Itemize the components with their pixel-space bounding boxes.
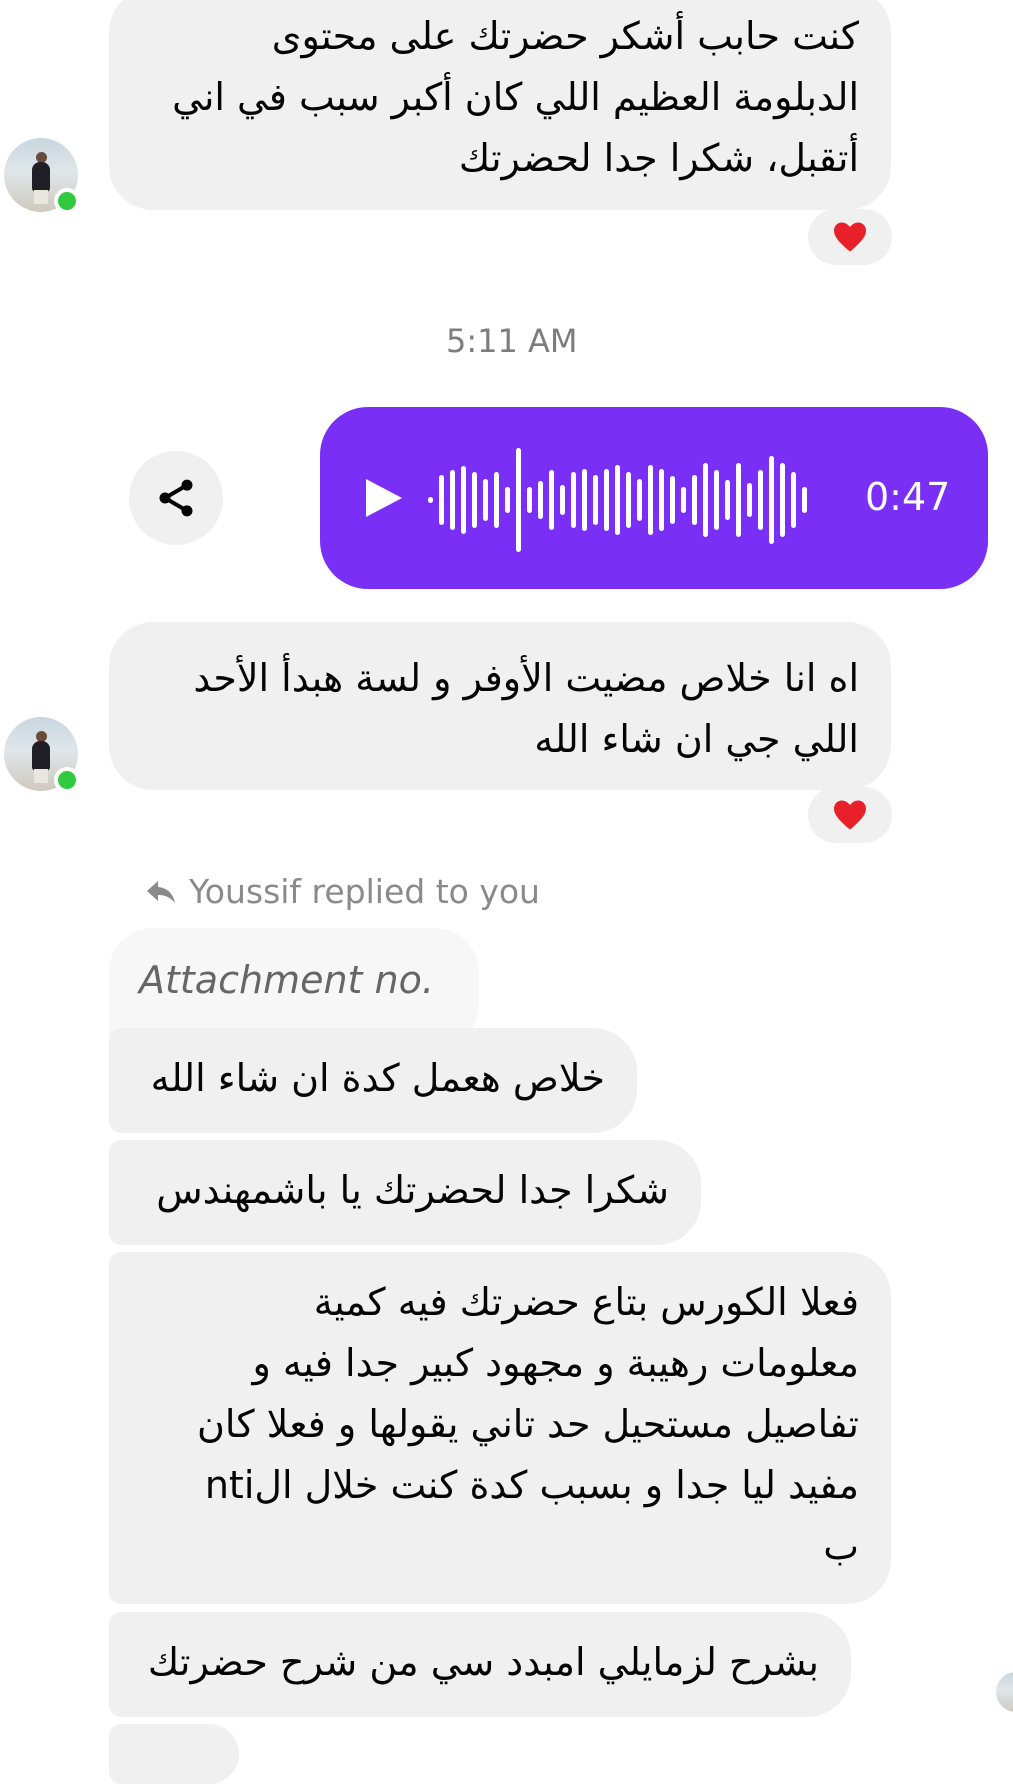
reply-note-text: Youssif replied to you <box>189 872 540 911</box>
reaction-badge[interactable] <box>808 209 892 265</box>
waveform-bar <box>780 463 785 537</box>
waveform-bar <box>681 487 686 513</box>
waveform-bar <box>472 472 477 528</box>
reply-indicator: Youssif replied to you <box>145 872 540 911</box>
message-line: اللي جي ان شاء الله <box>534 717 859 761</box>
online-status-dot <box>54 188 80 214</box>
message-text: خلاص هعمل كدة ان شاء الله <box>150 1056 605 1100</box>
incoming-message[interactable]: خلاص هعمل كدة ان شاء الله <box>109 1028 637 1133</box>
waveform-bar <box>626 472 631 528</box>
waveform-bar <box>516 448 521 552</box>
message-line: مفيد ليا جدا و بسبب كدة كنت خلال الnti <box>204 1463 859 1507</box>
waveform-bar <box>703 463 708 537</box>
message-line: فعلا الكورس بتاع حضرتك فيه كمية <box>313 1280 859 1324</box>
waveform-bar <box>483 479 488 521</box>
voice-duration: 0:47 <box>865 475 951 519</box>
waveform-bar <box>637 479 642 521</box>
waveform-bar <box>450 470 455 530</box>
waveform-bar <box>494 472 499 528</box>
waveform-bar <box>505 487 510 513</box>
waveform-bar <box>791 472 796 528</box>
message-line: اه انا خلاص مضيت الأوفر و لسة هبدأ الأحد <box>193 656 859 700</box>
share-button[interactable] <box>129 451 223 545</box>
waveform-bar <box>802 487 807 513</box>
reaction-badge[interactable] <box>808 787 892 843</box>
message-line: تفاصيل مستحيل حد تاني يقولها و فعلا كان <box>197 1402 859 1446</box>
waveform-bar <box>736 463 741 537</box>
message-line: أتقبل، شكرا جدا لحضرتك <box>458 136 859 180</box>
waveform-bar <box>648 465 653 535</box>
waveform-bar <box>758 470 763 530</box>
waveform-bar <box>769 456 774 544</box>
waveform-bar <box>428 497 433 503</box>
message-line: معلومات رهيبة و مجهود كبير جدا فيه و <box>252 1341 860 1385</box>
waveform[interactable] <box>424 445 812 555</box>
waveform-bar <box>560 485 565 515</box>
waveform-bar <box>593 475 598 525</box>
incoming-message-partial[interactable] <box>109 1724 239 1784</box>
heart-icon <box>834 800 866 830</box>
message-line: كنت حابب أشكر حضرتك على محتوى <box>271 14 859 58</box>
timestamp: 5:11 AM <box>446 322 578 360</box>
waveform-bar <box>747 483 752 517</box>
heart-icon <box>834 222 866 252</box>
incoming-message[interactable]: فعلا الكورس بتاع حضرتك فيه كمية معلومات … <box>109 1252 891 1604</box>
message-text: شكرا جدا لحضرتك يا باشمهندس <box>156 1168 669 1212</box>
waveform-bar <box>604 469 609 531</box>
incoming-message[interactable]: شكرا جدا لحضرتك يا باشمهندس <box>109 1140 701 1245</box>
waveform-bar <box>582 469 587 531</box>
play-icon[interactable] <box>362 476 404 520</box>
message-line: ب <box>823 1524 859 1568</box>
waveform-bar <box>725 480 730 520</box>
waveform-bar <box>439 475 444 525</box>
message-line: الدبلومة العظيم اللي كان أكبر سبب في اني <box>172 75 859 119</box>
voice-message[interactable]: 0:47 <box>320 407 988 589</box>
online-status-dot <box>54 767 80 793</box>
waveform-bar <box>538 481 543 519</box>
incoming-message[interactable]: كنت حابب أشكر حضرتك على محتوى الدبلومة ا… <box>109 0 891 210</box>
waveform-bar <box>692 475 697 525</box>
message-text: بشرح لزمايلي امبدد سي من شرح حضرتك <box>147 1640 819 1684</box>
waveform-bar <box>714 470 719 530</box>
waveform-bar <box>549 470 554 530</box>
waveform-bar <box>571 472 576 528</box>
incoming-message[interactable]: اه انا خلاص مضيت الأوفر و لسة هبدأ الأحد… <box>109 622 891 790</box>
waveform-bar <box>659 469 664 531</box>
waveform-bar <box>527 487 532 513</box>
waveform-bar <box>461 466 466 534</box>
reply-arrow-icon <box>147 880 175 903</box>
waveform-bar <box>670 476 675 524</box>
share-icon <box>159 479 193 517</box>
read-receipt-avatar <box>996 1672 1013 1712</box>
quoted-text: Attachment no. <box>139 958 434 1002</box>
incoming-message[interactable]: بشرح لزمايلي امبدد سي من شرح حضرتك <box>109 1612 851 1717</box>
waveform-bar <box>615 465 620 535</box>
